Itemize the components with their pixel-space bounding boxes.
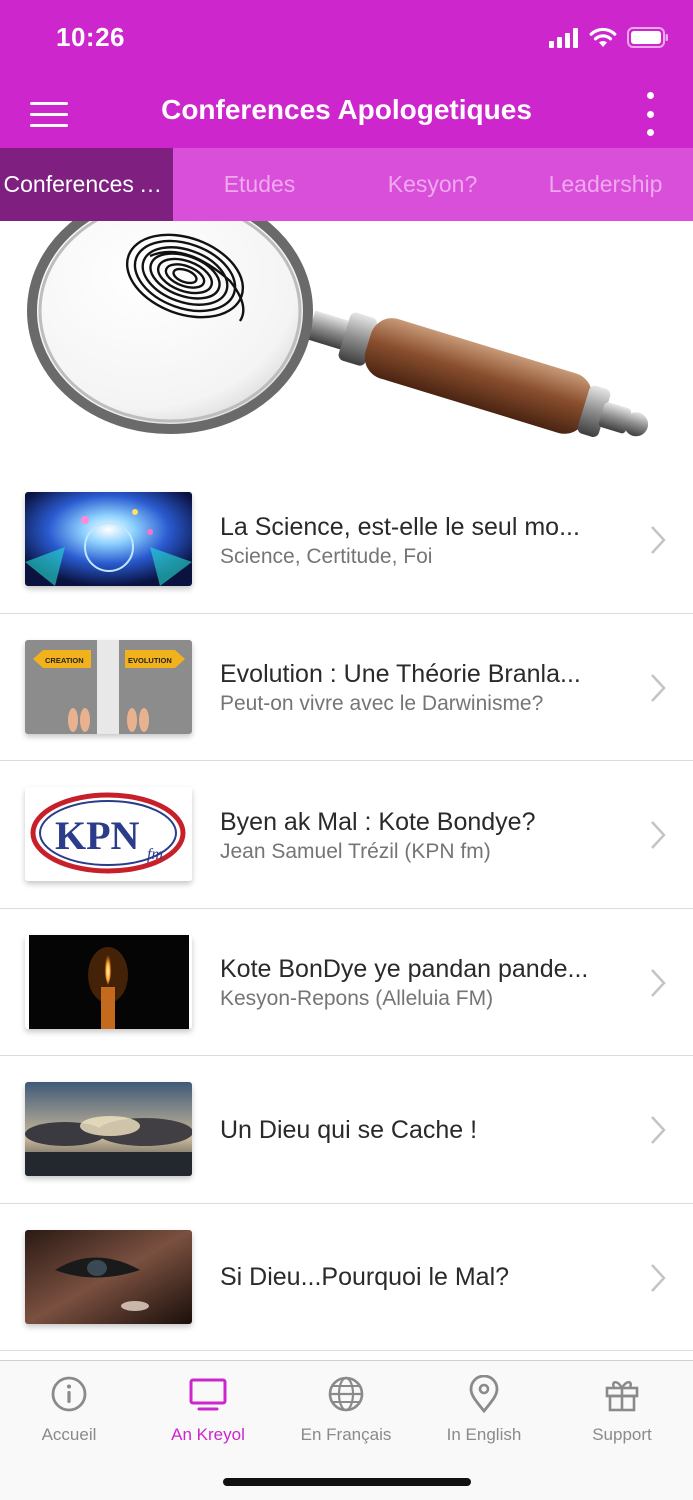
battery-icon [627, 27, 668, 48]
bottom-tab-label: Accueil [41, 1425, 97, 1444]
item-subtitle: Science, Certitude, Foi [220, 544, 433, 568]
hero-image [0, 221, 693, 471]
item-title: Un Dieu qui se Cache ! [220, 1115, 478, 1144]
item-title: Evolution : Une Théorie Branla... [220, 660, 581, 688]
gift-icon [605, 1381, 639, 1412]
app-title: Conferences Apologetiques [161, 94, 532, 125]
creation-label: CREATION [45, 656, 84, 665]
list-item[interactable]: Si Dieu...Pourquoi le Mal? [0, 1203, 693, 1351]
app-bar: Conferences Apologetiques [0, 80, 693, 148]
chevron-right-icon [651, 526, 666, 554]
conference-list: La Science, est-elle le seul mo... Scien… [0, 466, 693, 1351]
list-item[interactable]: La Science, est-elle le seul mo... Scien… [0, 466, 693, 614]
signal-icon [549, 27, 578, 48]
kpn-fm-logo-thumbnail: KPN fm [25, 787, 192, 881]
item-subtitle: Jean Samuel Trézil (KPN fm) [220, 839, 491, 863]
status-icons [549, 27, 669, 48]
bottom-tab-en-francais[interactable]: En Français [277, 1375, 415, 1445]
tab-label: Leadership [548, 171, 663, 197]
list-item[interactable]: KPN fm Byen ak Mal : Kote Bondye? Jean S… [0, 761, 693, 909]
bottom-tab-support[interactable]: Support [553, 1375, 691, 1445]
list-item[interactable]: CREATION EVOLUTION Evolution : Une Théor… [0, 613, 693, 761]
bottom-tab-label: An Kreyol [171, 1425, 245, 1444]
status-time: 10:26 [56, 22, 125, 52]
tv-icon [189, 1378, 227, 1411]
chevron-right-icon [651, 1116, 666, 1144]
tab-leadership[interactable]: Leadership [519, 148, 692, 221]
tab-kesyon[interactable]: Kesyon? [346, 148, 519, 221]
item-title: Si Dieu...Pourquoi le Mal? [220, 1263, 510, 1291]
item-title: La Science, est-elle le seul mo... [220, 512, 580, 541]
magnifying-glass-illustration [27, 221, 649, 437]
bottom-tab-label: Support [592, 1425, 652, 1444]
item-title: Byen ak Mal : Kote Bondye? [220, 807, 536, 836]
clouds-sunset-thumbnail [25, 1082, 192, 1176]
category-tabs: Conferences Apologetiques Etudes Kesyon?… [0, 148, 693, 221]
evolution-label: EVOLUTION [128, 656, 172, 665]
bottom-tab-label: In English [446, 1425, 522, 1444]
item-title: Kote BonDye ye pandan pande... [220, 955, 589, 983]
tab-conferences[interactable]: Conferences Apologetiques [0, 148, 173, 221]
item-subtitle: Peut-on vivre avec le Darwinisme? [220, 692, 544, 715]
candle-thumbnail [25, 934, 192, 1029]
fm-logo-text: fm [147, 846, 163, 863]
tab-label: Conferences Apologetiques [3, 171, 170, 197]
science-brain-thumbnail [25, 492, 192, 586]
bottom-tab-accueil[interactable]: Accueil [0, 1375, 138, 1445]
kpn-logo-text: KPN [55, 813, 140, 858]
home-indicator [223, 1478, 471, 1486]
tear-eye-thumbnail [25, 1229, 192, 1324]
bottom-tab-an-kreyol[interactable]: An Kreyol [139, 1375, 277, 1445]
globe-icon [328, 1376, 364, 1412]
location-pin-icon [469, 1375, 499, 1413]
tab-etudes[interactable]: Etudes [173, 148, 346, 221]
tab-label: Etudes [223, 171, 296, 197]
wifi-icon [589, 27, 617, 47]
chevron-right-icon [651, 821, 666, 849]
bottom-tab-label: En Français [300, 1425, 392, 1444]
tab-label: Kesyon? [387, 171, 478, 197]
bottom-tab-in-english[interactable]: In English [415, 1375, 553, 1445]
chevron-right-icon [651, 968, 666, 997]
chevron-right-icon [651, 673, 666, 702]
creation-evolution-thumbnail: CREATION EVOLUTION [25, 639, 192, 734]
status-bar: 10:26 [0, 0, 693, 80]
item-subtitle: Kesyon-Repons (Alleluia FM) [220, 987, 494, 1010]
list-item[interactable]: Un Dieu qui se Cache ! [0, 1056, 693, 1204]
list-item[interactable]: Kote BonDye ye pandan pande... Kesyon-Re… [0, 908, 693, 1056]
chevron-right-icon [651, 1263, 666, 1292]
more-options-icon[interactable] [643, 92, 657, 136]
info-icon [51, 1376, 87, 1412]
